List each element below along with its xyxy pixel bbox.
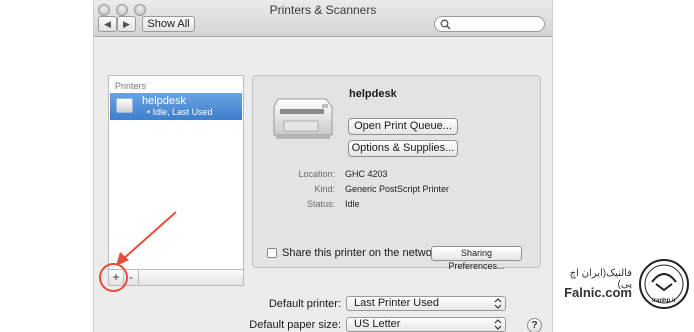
share-printer-label: Share this printer on the network (282, 247, 441, 259)
default-printer-value: Last Printer Used (354, 297, 439, 309)
kind-value: Generic PostScript Printer (345, 184, 450, 194)
title-bar: Printers & Scanners ◀ ▶ Show All (94, 0, 552, 37)
default-printer-label: Default printer: (268, 298, 341, 310)
back-button[interactable]: ◀ (98, 16, 117, 32)
annotation-arrow-icon (116, 211, 177, 266)
forward-button[interactable]: ▶ (117, 16, 136, 32)
options-supplies-button[interactable]: Options & Supplies... (348, 140, 458, 157)
default-printer-select[interactable]: Last Printer Used (346, 296, 506, 311)
default-paper-select[interactable]: US Letter (346, 317, 506, 332)
share-printer-checkbox[interactable] (267, 248, 277, 258)
printer-list-header: Printers (115, 81, 147, 91)
status-value: Idle (345, 199, 360, 209)
printers-scanners-window: Printers & Scanners ◀ ▶ Show All Printer… (93, 0, 553, 332)
sharing-preferences-button[interactable]: Sharing Preferences... (431, 246, 522, 271)
location-label: Location: (298, 169, 335, 179)
printer-item-status: • Idle, Last Used (147, 107, 213, 117)
default-paper-value: US Letter (354, 318, 401, 330)
watermark-english-text: Falnic.com (564, 285, 632, 300)
status-label: Status: (306, 199, 335, 209)
open-print-queue-button[interactable]: Open Print Queue... (348, 118, 458, 135)
printer-list-item[interactable]: helpdesk • Idle, Last Used (110, 93, 242, 120)
search-icon (440, 19, 451, 30)
chevron-updown-icon (494, 319, 502, 330)
watermark-seal-text: iranhp.ir (652, 298, 677, 304)
location-value: GHC 4203 (345, 169, 388, 179)
watermark-seal-icon: iranhp.ir (639, 259, 689, 309)
watermark-logo: فالنیک(ایران اچ پی) Falnic.com iranhp.ir (556, 258, 694, 318)
share-printer-row[interactable]: Share this printer on the network (267, 247, 441, 259)
show-all-button[interactable]: Show All (142, 16, 195, 32)
help-button[interactable]: ? (527, 318, 542, 332)
window-title: Printers & Scanners (269, 3, 377, 17)
printer-name-heading: helpdesk (349, 88, 397, 100)
printer-image-icon (273, 98, 333, 139)
search-field[interactable] (434, 16, 545, 32)
printer-icon (116, 98, 133, 113)
printer-item-name: helpdesk (142, 95, 187, 107)
default-paper-label: Default paper size: (249, 319, 341, 331)
chevron-updown-icon (494, 298, 502, 309)
add-remove-bar: + - (108, 270, 244, 286)
kind-label: Kind: (314, 184, 335, 194)
printer-details-panel: helpdesk Open Print Queue... Options & S… (252, 75, 541, 271)
